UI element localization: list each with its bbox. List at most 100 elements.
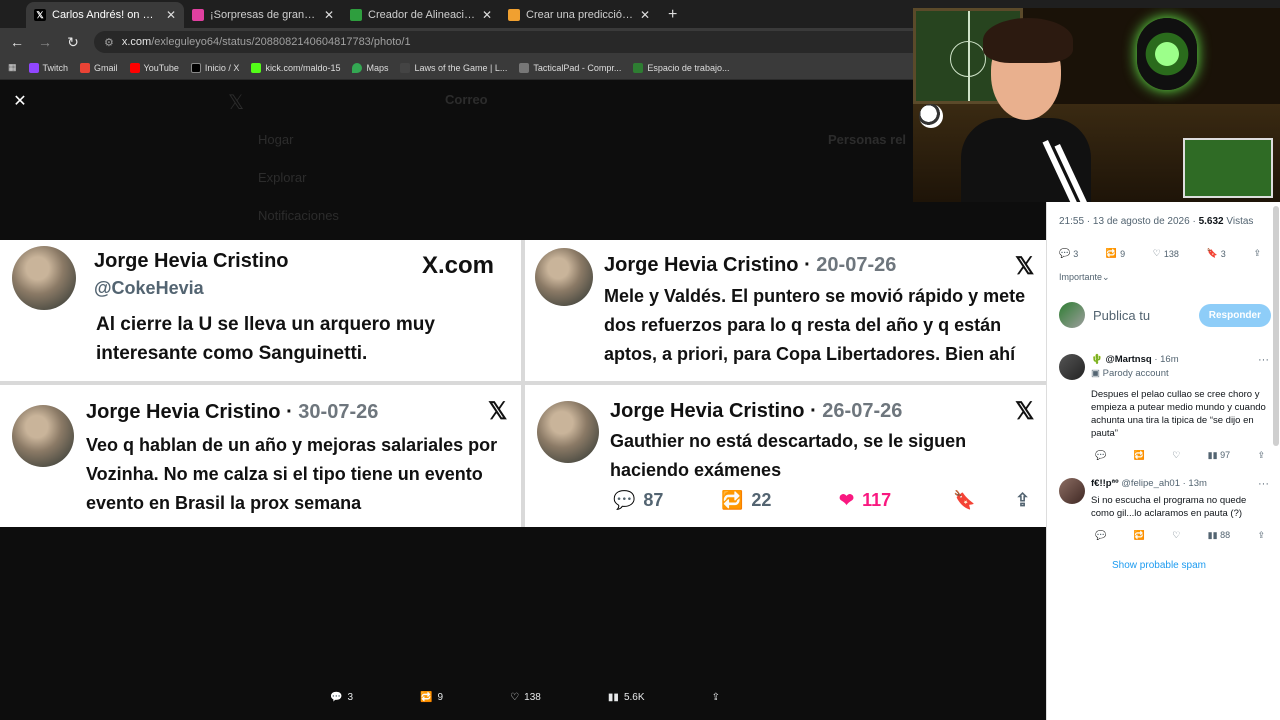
views-label: Vistas [1223,216,1254,227]
reply-input[interactable]: Publica tu [1093,308,1199,323]
tacticalpad-icon [519,62,530,73]
cactus-icon: 🌵 [1091,354,1103,365]
bookmark-kick[interactable]: kick.com/maldo-15 [251,62,341,73]
post-time: 21:55 · 13 de agosto de 2026 · [1059,216,1199,227]
tab-sorpresas[interactable]: ¡Sorpresas de gran nivel! Los fic ✕ [184,2,342,28]
bookmark-button[interactable]: 🔖 3 [1207,248,1226,259]
views-icon: ▮▮ [607,692,619,703]
reply-composer: Publica tu Responder [1059,302,1271,328]
close-tab-icon[interactable]: ✕ [324,8,334,22]
close-tab-icon[interactable]: ✕ [482,8,492,22]
bookmark-count: 3 [1220,248,1226,259]
apps-icon[interactable]: ▦ [8,62,17,73]
reply-sort-dropdown[interactable]: Importante⌄ [1059,272,1110,283]
soccer-ball-icon [919,104,943,128]
reply-button[interactable]: 💬 3 [330,692,353,703]
avatar [1059,478,1085,504]
views-stat[interactable]: ▮▮ 97 [1208,450,1230,461]
close-viewer-button[interactable]: ✕ [8,89,32,113]
tweet-text: Al cierre la U se lleva un arquero muy i… [96,314,435,364]
share-icon[interactable]: ⇪ [1257,450,1265,461]
bookmark-workspace[interactable]: Espacio de trabajo... [633,62,729,73]
author-line: Jorge Hevia Cristino · 20-07-26 [604,254,897,276]
repost-button[interactable]: 🔁 9 [420,692,443,703]
avatar [1059,302,1085,328]
share-button[interactable]: ⇪ [1253,248,1261,259]
reply-count: 87 [643,489,664,510]
author-name: Jorge Hevia Cristino [94,250,289,272]
url-field[interactable]: ⚙ x.com/exleguleyo64/status/208808214060… [94,31,934,53]
tab-x-post[interactable]: 𝕏 Carlos Andrés! on X: "Se cierra el ✕ [26,2,184,28]
ghost-right-title: Personas rel [828,132,907,147]
reload-button[interactable]: ↻ [66,34,80,51]
bookmark-youtube[interactable]: YouTube [129,62,179,73]
views-button[interactable]: ▮▮ 5.6K [608,692,645,703]
tab-prediccion[interactable]: Crear una predicción Liga de Pri ✕ [500,2,658,28]
reply-icon[interactable]: 💬 [1095,530,1106,541]
like-count: 138 [1163,248,1179,259]
bookmark-label: Maps [366,62,389,73]
bookmark-x-home[interactable]: Inicio / X [190,62,239,73]
bookmark-twitch[interactable]: Twitch [28,62,68,73]
more-icon[interactable]: ··· [1258,478,1269,490]
x-logo-icon: 𝕏 [228,92,245,114]
share-icon: ⇪ [1253,248,1261,258]
ghost-header: Correo [445,92,488,107]
scrollbar[interactable] [1273,206,1279,446]
views-icon: ▮▮ [1207,450,1218,460]
parody-text: Parody account [1102,368,1169,379]
back-button[interactable]: ← [10,34,24,50]
show-spam-link[interactable]: Show probable spam [1047,560,1271,571]
x-icon [190,62,201,73]
tab-lineup[interactable]: Creador de Alineaciones de Fútb ✕ [342,2,500,28]
kick-icon [251,62,262,73]
reply-button[interactable]: 💬 3 [1059,248,1078,259]
tab-title: Carlos Andrés! on X: "Se cierra el [52,9,160,21]
stat-reposts: 🔁 22 [721,490,839,511]
bookmark-gmail[interactable]: Gmail [80,62,118,73]
new-tab-button[interactable]: + [658,6,687,28]
repost-icon: 🔁 [1105,248,1118,258]
repost-icon[interactable]: 🔁 [1134,450,1145,461]
forward-button[interactable]: → [38,34,52,50]
heart-icon[interactable]: ♡ [1172,530,1180,541]
tweet-card-1: Jorge Hevia Cristino @CokeHevia X.com Al… [0,240,521,381]
bookmark-maps[interactable]: Maps [352,62,389,73]
bookmark-label: Laws of the Game | L... [414,62,508,73]
bookmark-tacticalpad[interactable]: TacticalPad - Compr... [519,62,621,73]
reply-header: 🌵 @Martnsq · 16m [1091,354,1179,365]
reply-submit-button[interactable]: Responder [1198,303,1271,327]
gmail-icon [80,62,91,73]
share-icon[interactable]: ⇪ [1257,530,1265,541]
views-stat[interactable]: ▮▮ 88 [1208,530,1230,541]
site-info-icon[interactable]: ⚙ [104,36,114,49]
x-icon: 𝕏 [34,9,46,21]
bookmark-filled-icon: 🔖 [953,489,976,510]
youtube-icon [129,62,140,73]
like-button[interactable]: ♡ 138 [1153,248,1179,259]
reply-icon[interactable]: 💬 [1095,450,1106,461]
bookmark-laws[interactable]: Laws of the Game | L... [400,62,508,73]
close-tab-icon[interactable]: ✕ [166,8,176,22]
avatar [535,248,593,306]
reply-icon: 💬 [330,692,343,703]
reply-actions: 💬 🔁 ♡ ▮▮ 88 ⇪ [1095,530,1265,541]
bookmark-label: YouTube [143,62,179,73]
more-icon[interactable]: ··· [1258,354,1269,366]
reply-count: 3 [347,692,354,703]
club-crest [1137,18,1197,90]
share-button[interactable]: ⇪ [712,692,720,703]
like-button[interactable]: ♡ 138 [510,692,541,703]
heart-icon[interactable]: ♡ [1172,450,1180,461]
reply-item[interactable]: f€!!pªº @felipe_ah01 · 13m ··· Si no esc… [1059,478,1269,548]
repost-icon[interactable]: 🔁 [1134,530,1145,541]
reply-item[interactable]: 🌵 @Martnsq · 16m ··· ▣ Parody account De… [1059,354,1269,464]
laws-icon [400,62,411,73]
reply-author: f€!!pªº [1091,478,1119,489]
close-tab-icon[interactable]: ✕ [640,8,650,22]
repost-count: 22 [751,489,772,510]
share-icon: ⇪ [711,692,720,703]
x-dot-com-logo: X.com [422,252,495,279]
repost-button[interactable]: 🔁 9 [1106,248,1125,259]
bookmark-label: kick.com/maldo-15 [265,62,341,73]
